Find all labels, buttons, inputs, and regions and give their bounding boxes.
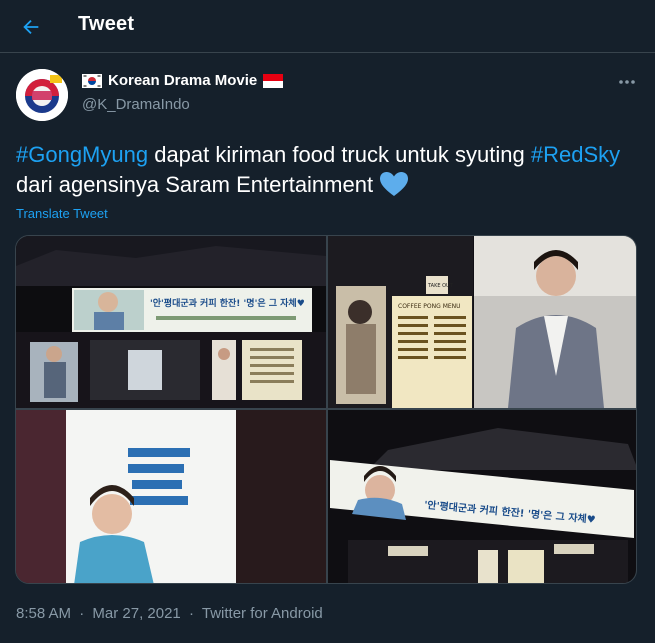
author-name-row[interactable]: Korean Drama Movie — [82, 72, 284, 89]
south-korea-flag-icon — [82, 73, 102, 88]
photo-4[interactable]: '안'평대군과 커피 한잔! '명'은 그 자체♥ — [328, 410, 636, 583]
page-title: Tweet — [78, 13, 135, 35]
avatar[interactable] — [16, 69, 68, 121]
tweet-date[interactable]: Mar 27, 2021 — [92, 605, 180, 622]
tweet-text-segment: dari agensinya Saram Entertainment — [16, 172, 380, 197]
back-button[interactable] — [14, 10, 48, 44]
banner-text: '안'평대군과 커피 한잔! '명'은 그 자체♥ — [150, 297, 305, 309]
photo-3[interactable] — [16, 410, 326, 583]
display-name: Korean Drama Movie — [108, 72, 258, 89]
more-options-button[interactable] — [612, 70, 642, 94]
author-handle[interactable]: @K_DramaIndo — [82, 96, 190, 113]
media-grid: '안'평대군과 커피 한잔! '명'은 그 자체♥ TAKE OUT COFFE… — [15, 235, 637, 584]
photo-2[interactable]: TAKE OUT COFFEE PONG MENU — [328, 236, 636, 408]
tweet-text: #GongMyung dapat kiriman food truck untu… — [16, 140, 636, 200]
take-out-sign: TAKE OUT — [427, 283, 454, 289]
tweet-client[interactable]: Twitter for Android — [202, 605, 323, 622]
hashtag-link[interactable]: #GongMyung — [16, 142, 148, 167]
tweet-text-segment: dapat kiriman food truck untuk syuting — [148, 142, 531, 167]
more-dots-icon — [619, 80, 635, 84]
arrow-left-icon — [23, 19, 39, 35]
top-bar: Tweet — [0, 0, 655, 53]
translate-tweet-link[interactable]: Translate Tweet — [16, 206, 108, 221]
meta-separator: · — [188, 605, 194, 622]
menu-title: COFFEE PONG MENU — [398, 303, 461, 310]
indonesia-flag-icon — [263, 73, 284, 88]
hashtag-link[interactable]: #RedSky — [531, 142, 620, 167]
photo-1[interactable]: '안'평대군과 커피 한잔! '명'은 그 자체♥ — [16, 236, 326, 408]
tweet-meta: 8:58 AM · Mar 27, 2021 · Twitter for And… — [16, 605, 327, 622]
meta-separator: · — [79, 605, 85, 622]
blue-heart-icon — [380, 172, 409, 196]
tweet-time[interactable]: 8:58 AM — [16, 605, 71, 622]
